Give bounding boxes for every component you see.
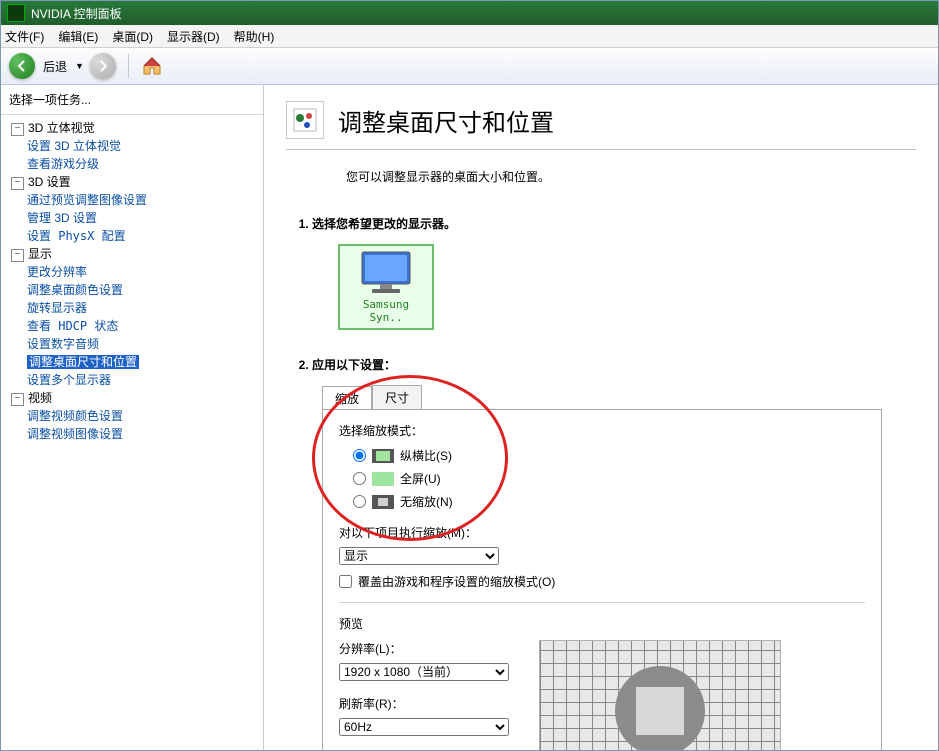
perform-scaling-on-label: 对以下项目执行缩放(M)： xyxy=(339,524,865,541)
menu-edit[interactable]: 编辑(E) xyxy=(58,28,98,45)
tree-item[interactable]: 设置 3D 立体视觉 xyxy=(27,139,121,153)
toolbar: 后退 ▼ xyxy=(1,48,938,85)
menubar: 文件(F) 编辑(E) 桌面(D) 显示器(D) 帮助(H) xyxy=(1,25,938,48)
tree-group-3d-settings[interactable]: −3D 设置 通过预览调整图像设置 管理 3D 设置 设置 PhysX 配置 xyxy=(11,173,263,245)
resolution-label: 分辨率(L)： xyxy=(339,640,509,657)
override-checkbox[interactable] xyxy=(339,575,352,588)
tree-item[interactable]: 设置多个显示器 xyxy=(27,373,111,387)
settings-panel: 选择缩放模式： 纵横比(S) 全屏(U) xyxy=(322,409,882,751)
tree-item[interactable]: 设置数字音频 xyxy=(27,337,99,351)
expander-icon[interactable]: − xyxy=(11,177,24,190)
monitor-icon xyxy=(358,250,414,296)
tree-item[interactable]: 调整视频颜色设置 xyxy=(27,409,123,423)
monitor-name: Samsung Syn.. xyxy=(344,298,428,324)
menu-desktop[interactable]: 桌面(D) xyxy=(112,28,153,45)
menu-display[interactable]: 显示器(D) xyxy=(167,28,220,45)
tree-item[interactable]: 调整桌面颜色设置 xyxy=(27,283,123,297)
page-header: 调整桌面尺寸和位置 xyxy=(286,97,916,150)
nav-forward-button[interactable] xyxy=(90,53,116,79)
menu-file[interactable]: 文件(F) xyxy=(5,28,44,45)
window-title: NVIDIA 控制面板 xyxy=(31,5,122,22)
refresh-label: 刷新率(R)： xyxy=(339,695,509,712)
tab-size[interactable]: 尺寸 xyxy=(372,385,422,409)
tree-item[interactable]: 查看 HDCP 状态 xyxy=(27,319,118,333)
perform-scaling-on-select[interactable]: 显示 xyxy=(339,547,499,565)
tree-item[interactable]: 设置 PhysX 配置 xyxy=(27,229,126,243)
monitor-card[interactable]: Samsung Syn.. xyxy=(338,244,434,330)
tree-group-video[interactable]: −视频 调整视频颜色设置 调整视频图像设置 xyxy=(11,389,263,443)
tab-scaling[interactable]: 缩放 xyxy=(322,386,372,410)
radio-fullscreen-input[interactable] xyxy=(353,472,366,485)
aspect-ratio-icon xyxy=(372,449,394,463)
radio-noscale[interactable]: 无缩放(N) xyxy=(353,493,865,510)
menu-help[interactable]: 帮助(H) xyxy=(234,28,275,45)
home-icon[interactable] xyxy=(141,55,163,77)
step-2: 应用以下设置： 缩放 尺寸 选择缩放模式： xyxy=(312,356,916,751)
main: 调整桌面尺寸和位置 您可以调整显示器的桌面大小和位置。 选择您希望更改的显示器。 xyxy=(264,85,938,751)
divider xyxy=(339,602,865,603)
body: 选择一项任务... −3D 立体视觉 设置 3D 立体视觉 查看游戏分级 −3D… xyxy=(1,85,938,751)
nav-back-dropdown[interactable]: ▼ xyxy=(75,61,84,71)
override-label: 覆盖由游戏和程序设置的缩放模式(O) xyxy=(358,573,555,590)
page-description: 您可以调整显示器的桌面大小和位置。 xyxy=(346,168,916,185)
titlebar: NVIDIA 控制面板 xyxy=(1,1,938,25)
nav-back-label: 后退 xyxy=(43,58,67,75)
noscale-icon xyxy=(372,495,394,509)
settings-tabs: 缩放 尺寸 xyxy=(322,385,916,409)
fullscreen-icon xyxy=(372,472,394,486)
radio-fullscreen-label: 全屏(U) xyxy=(400,470,441,487)
tree-item[interactable]: 管理 3D 设置 xyxy=(27,211,97,225)
page-title: 调整桌面尺寸和位置 xyxy=(338,103,554,138)
page-header-icon xyxy=(286,101,324,139)
tree-item[interactable]: 旋转显示器 xyxy=(27,301,87,315)
radio-noscale-input[interactable] xyxy=(353,495,366,508)
step-1-title: 选择您希望更改的显示器。 xyxy=(312,217,456,231)
radio-noscale-label: 无缩放(N) xyxy=(400,493,453,510)
tree-item[interactable]: 调整视频图像设置 xyxy=(27,427,123,441)
radio-aspect-input[interactable] xyxy=(353,449,366,462)
tree-item[interactable]: 更改分辨率 xyxy=(27,265,87,279)
window-root: NVIDIA 控制面板 文件(F) 编辑(E) 桌面(D) 显示器(D) 帮助(… xyxy=(0,0,939,751)
sidebar-header: 选择一项任务... xyxy=(1,85,263,115)
radio-aspect-ratio[interactable]: 纵横比(S) xyxy=(353,447,865,464)
resolution-select[interactable]: 1920 x 1080（当前） xyxy=(339,663,509,681)
expander-icon[interactable]: − xyxy=(11,249,24,262)
nav-tree: −3D 立体视觉 设置 3D 立体视觉 查看游戏分级 −3D 设置 通过预览调整… xyxy=(1,115,263,443)
nav-back-button[interactable] xyxy=(9,53,35,79)
expander-icon[interactable]: − xyxy=(11,123,24,136)
toolbar-separator xyxy=(128,54,129,78)
override-checkbox-row[interactable]: 覆盖由游戏和程序设置的缩放模式(O) xyxy=(339,573,865,590)
nvidia-app-icon xyxy=(7,4,25,22)
scale-mode-label: 选择缩放模式： xyxy=(339,422,865,439)
tree-item[interactable]: 通过预览调整图像设置 xyxy=(27,193,147,207)
sidebar: 选择一项任务... −3D 立体视觉 设置 3D 立体视觉 查看游戏分级 −3D… xyxy=(1,85,264,751)
tree-item-selected[interactable]: 调整桌面尺寸和位置 xyxy=(27,355,139,369)
tree-group-3d-stereo[interactable]: −3D 立体视觉 设置 3D 立体视觉 查看游戏分级 xyxy=(11,119,263,173)
expander-icon[interactable]: − xyxy=(11,393,24,406)
step-2-title: 应用以下设置： xyxy=(312,358,396,372)
radio-fullscreen[interactable]: 全屏(U) xyxy=(353,470,865,487)
tree-item[interactable]: 查看游戏分级 xyxy=(27,157,99,171)
refresh-select[interactable]: 60Hz xyxy=(339,718,509,736)
step-1: 选择您希望更改的显示器。 Samsung Syn.. xyxy=(312,215,916,330)
tree-group-display[interactable]: −显示 更改分辨率 调整桌面颜色设置 旋转显示器 查看 HDCP 状态 设置数字… xyxy=(11,245,263,389)
radio-aspect-label: 纵横比(S) xyxy=(400,447,452,464)
preview-heading: 预览 xyxy=(339,615,865,632)
scaling-preview xyxy=(539,640,781,751)
